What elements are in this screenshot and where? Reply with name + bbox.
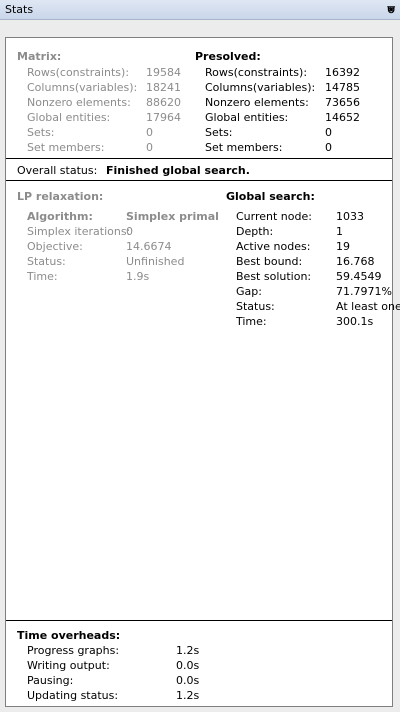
global-value: 1 (336, 225, 343, 238)
global-label: Status: (236, 300, 275, 313)
lp-value: Unfinished (126, 255, 185, 268)
lp-value: 14.6674 (126, 240, 172, 253)
global-value: 300.1s (336, 315, 374, 328)
global-label: Current node: (236, 210, 312, 223)
divider (6, 158, 392, 159)
overall-status-value: Finished global search. (106, 164, 250, 177)
presolved-value: 14652 (325, 111, 360, 124)
lp-label: Objective: (27, 240, 83, 253)
presolved-label: Columns(variables): (205, 81, 316, 94)
matrix-label: Rows(constraints): (27, 66, 130, 79)
matrix-label: Set members: (27, 141, 105, 154)
presolved-label: Global entities: (205, 111, 289, 124)
overhead-label: Pausing: (27, 674, 74, 687)
lp-label: Simplex iterations: (27, 225, 131, 238)
overhead-value: 1.2s (176, 689, 200, 702)
stats-panel: Matrix: Rows(constraints): 19584 Columns… (5, 37, 400, 707)
global-heading: Global search: (226, 190, 315, 203)
presolved-value: 0 (325, 141, 332, 154)
matrix-label: Nonzero elements: (27, 96, 131, 109)
presolved-value: 16392 (325, 66, 360, 79)
presolved-label: Set members: (205, 141, 283, 154)
global-value: 59.4549 (336, 270, 382, 283)
overhead-label: Writing output: (27, 659, 110, 672)
matrix-value: 18241 (146, 81, 181, 94)
presolved-label: Nonzero elements: (205, 96, 309, 109)
matrix-value: 17964 (146, 111, 181, 124)
matrix-value: 0 (146, 141, 153, 154)
global-label: Depth: (236, 225, 274, 238)
matrix-label: Sets: (27, 126, 55, 139)
global-value: 16.768 (336, 255, 375, 268)
overheads-heading: Time overheads: (17, 629, 121, 642)
pin-icon[interactable]: ⩐ (387, 2, 395, 17)
global-label: Best bound: (236, 255, 303, 268)
lp-heading: LP relaxation: (17, 190, 104, 203)
presolved-value: 73656 (325, 96, 360, 109)
lp-value: 0 (126, 225, 133, 238)
panel-title: Stats (5, 3, 34, 16)
lp-label: Status: (27, 255, 66, 268)
matrix-value: 19584 (146, 66, 181, 79)
lp-label: Time: (27, 270, 58, 283)
matrix-label: Columns(variables): (27, 81, 138, 94)
global-value: At least one (336, 300, 400, 313)
presolved-value: 14785 (325, 81, 360, 94)
matrix-value: 0 (146, 126, 153, 139)
matrix-label: Global entities: (27, 111, 111, 124)
presolved-heading: Presolved: (195, 50, 261, 63)
overhead-label: Updating status: (27, 689, 119, 702)
overall-status-label: Overall status: (17, 164, 98, 177)
global-label: Time: (236, 315, 267, 328)
matrix-heading: Matrix: (17, 50, 62, 63)
lp-algorithm-label: Algorithm: (27, 210, 93, 223)
panel-titlebar: Stats ⩐ (0, 0, 400, 20)
global-label: Active nodes: (236, 240, 311, 253)
divider (6, 620, 392, 621)
presolved-label: Rows(constraints): (205, 66, 308, 79)
global-label: Gap: (236, 285, 262, 298)
lp-algorithm-value: Simplex primal (126, 210, 219, 223)
overhead-value: 0.0s (176, 674, 200, 687)
global-value: 19 (336, 240, 350, 253)
divider (6, 180, 392, 181)
global-value: 71.7971% (336, 285, 392, 298)
matrix-value: 88620 (146, 96, 181, 109)
presolved-label: Sets: (205, 126, 233, 139)
presolved-value: 0 (325, 126, 332, 139)
lp-value: 1.9s (126, 270, 150, 283)
overhead-value: 1.2s (176, 644, 200, 657)
overhead-value: 0.0s (176, 659, 200, 672)
overhead-label: Progress graphs: (27, 644, 120, 657)
global-value: 1033 (336, 210, 364, 223)
global-label: Best solution: (236, 270, 312, 283)
